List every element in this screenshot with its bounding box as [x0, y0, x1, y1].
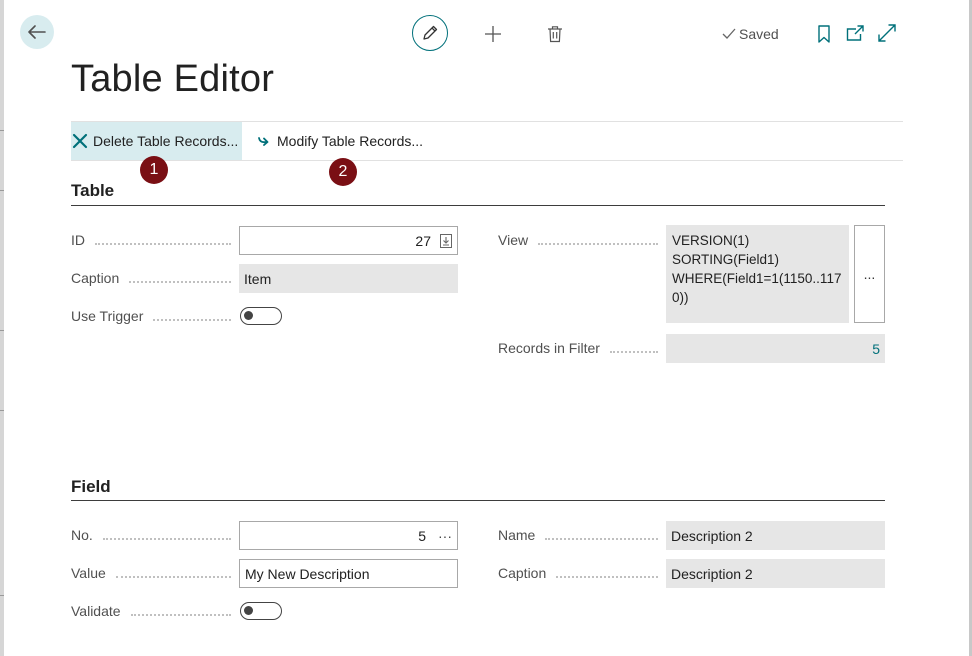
trash-icon	[548, 26, 562, 43]
caption-label: Caption	[71, 264, 239, 292]
use-trigger-label: Use Trigger	[71, 302, 239, 330]
name-value: Description 2	[671, 527, 753, 544]
forward-arrow-icon	[258, 135, 272, 147]
expand-icon	[878, 24, 896, 42]
id-label: ID	[71, 226, 239, 254]
field-section-divider	[71, 500, 885, 501]
modify-table-records-label: Modify Table Records...	[277, 133, 424, 149]
caption-label-text: Caption	[71, 270, 120, 286]
id-value: 27	[415, 232, 431, 249]
view-line-2: SORTING(Field1)	[672, 252, 780, 267]
view-assist-button[interactable]: ...	[854, 225, 885, 323]
field-caption-label-text: Caption	[498, 565, 547, 581]
use-trigger-label-text: Use Trigger	[71, 308, 144, 324]
caption-value: Item	[244, 270, 272, 287]
validate-label-text: Validate	[71, 603, 121, 619]
value-value: My New Description	[245, 565, 370, 582]
edit-button[interactable]	[412, 15, 448, 51]
records-in-filter-label: Records in Filter	[498, 334, 666, 362]
lookup-dropdown-icon[interactable]	[440, 233, 452, 248]
expand-button[interactable]	[877, 22, 897, 44]
no-label-text: No.	[71, 527, 93, 543]
field-caption-label: Caption	[498, 559, 666, 587]
gutter-tick	[0, 330, 4, 331]
view-label: View	[498, 226, 666, 254]
no-label: No.	[71, 521, 239, 549]
gutter-tick	[0, 595, 4, 596]
table-section-title: Table	[71, 181, 115, 200]
no-field[interactable]: 5 ···	[239, 521, 458, 550]
view-line-3: WHERE(Field1=1(1150..1170))	[672, 271, 842, 305]
action-bar: Delete Table Records... Modify Table Rec…	[71, 121, 903, 161]
value-field[interactable]: My New Description	[239, 559, 458, 588]
view-label-text: View	[498, 232, 529, 248]
delete-table-records-action[interactable]: Delete Table Records...	[71, 122, 242, 160]
modify-table-records-action[interactable]: Modify Table Records...	[258, 122, 423, 160]
field-section-title: Field	[71, 477, 111, 496]
id-label-text: ID	[71, 232, 85, 248]
checkmark-icon	[722, 28, 736, 39]
table-section-divider	[71, 205, 885, 206]
close-x-icon	[72, 133, 88, 149]
name-label-text: Name	[498, 527, 536, 543]
page-title: Table Editor	[71, 58, 275, 100]
back-button[interactable]	[20, 15, 54, 49]
gutter-tick	[0, 410, 4, 411]
bookmark-button[interactable]	[814, 22, 834, 46]
plus-icon	[485, 26, 501, 42]
delete-table-records-label: Delete Table Records...	[93, 133, 239, 149]
no-assist-button[interactable]: ···	[438, 528, 452, 544]
share-button[interactable]	[844, 22, 866, 44]
window-left-edge	[0, 0, 4, 656]
delete-button[interactable]	[543, 22, 567, 46]
records-in-filter-label-text: Records in Filter	[498, 340, 600, 356]
callout-badge-1: 1	[140, 156, 168, 184]
name-label: Name	[498, 521, 666, 549]
back-arrow-icon	[28, 25, 46, 39]
value-label-text: Value	[71, 565, 106, 581]
saved-status: Saved	[722, 26, 779, 42]
records-in-filter-field[interactable]: 5	[666, 334, 885, 363]
name-field: Description 2	[666, 521, 885, 550]
gutter-tick	[0, 190, 4, 191]
use-trigger-toggle[interactable]	[240, 307, 282, 325]
id-field[interactable]: 27	[239, 226, 458, 255]
saved-label: Saved	[739, 26, 779, 42]
pencil-icon	[423, 25, 438, 40]
validate-label: Validate	[71, 597, 239, 625]
new-button[interactable]	[481, 22, 505, 46]
caption-field: Item	[239, 264, 458, 293]
value-label: Value	[71, 559, 239, 587]
gutter-tick	[0, 130, 4, 131]
callout-badge-2: 2	[329, 158, 357, 186]
validate-toggle[interactable]	[240, 602, 282, 620]
field-caption-value: Description 2	[671, 565, 753, 582]
records-in-filter-value[interactable]: 5	[872, 341, 880, 357]
field-caption-field: Description 2	[666, 559, 885, 588]
view-field: VERSION(1) SORTING(Field1) WHERE(Field1=…	[666, 225, 849, 323]
no-value: 5	[418, 527, 426, 544]
bookmark-icon	[818, 25, 830, 43]
share-icon	[846, 25, 864, 41]
view-line-1: VERSION(1)	[672, 233, 750, 248]
